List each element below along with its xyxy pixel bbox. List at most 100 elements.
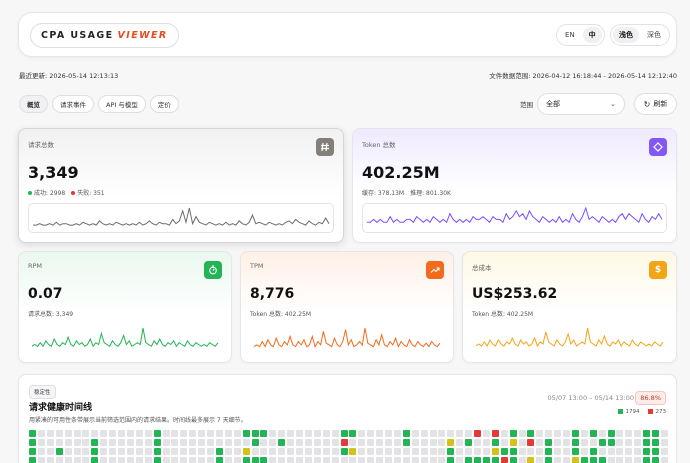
health-cell[interactable] bbox=[180, 430, 188, 437]
health-cell[interactable] bbox=[242, 438, 250, 446]
health-cell[interactable] bbox=[73, 430, 81, 437]
health-cell[interactable] bbox=[37, 456, 45, 463]
health-cell[interactable] bbox=[571, 430, 579, 437]
health-cell[interactable] bbox=[474, 456, 481, 463]
health-cell[interactable] bbox=[118, 430, 125, 437]
health-cell[interactable] bbox=[322, 438, 330, 446]
health-cell[interactable] bbox=[616, 456, 624, 463]
health-cell[interactable] bbox=[126, 438, 134, 446]
health-cell[interactable] bbox=[37, 430, 45, 437]
health-cell[interactable] bbox=[278, 456, 286, 463]
health-cell[interactable] bbox=[242, 456, 250, 463]
health-cell[interactable] bbox=[491, 456, 499, 463]
health-cell[interactable] bbox=[162, 430, 170, 437]
health-cell[interactable] bbox=[100, 430, 108, 437]
health-cell[interactable] bbox=[358, 447, 366, 455]
health-cell[interactable] bbox=[367, 447, 375, 455]
health-cell[interactable] bbox=[180, 438, 188, 446]
card-tpm[interactable]: TPM 8,776 Token 总数: 402.25M bbox=[240, 251, 454, 363]
health-cell[interactable] bbox=[563, 456, 570, 463]
health-cell[interactable] bbox=[269, 430, 277, 437]
health-cell[interactable] bbox=[402, 456, 410, 463]
health-cell[interactable] bbox=[420, 430, 428, 437]
health-cell[interactable] bbox=[482, 456, 490, 463]
health-cell[interactable] bbox=[109, 438, 117, 446]
card-total-requests[interactable]: 请求总数 3,349 成功: 2998 失败: 351 bbox=[18, 128, 344, 243]
health-cell[interactable] bbox=[233, 456, 241, 463]
health-cell[interactable] bbox=[251, 447, 259, 455]
health-cell[interactable] bbox=[447, 456, 455, 463]
health-cell[interactable] bbox=[652, 438, 659, 446]
app-brand[interactable]: CPA USAGE VIEWER bbox=[30, 23, 179, 48]
health-cell[interactable] bbox=[162, 447, 170, 455]
health-cell[interactable] bbox=[402, 430, 410, 437]
health-cell[interactable] bbox=[135, 456, 143, 463]
health-cell[interactable] bbox=[491, 447, 499, 455]
health-cell[interactable] bbox=[465, 447, 473, 455]
health-cell[interactable] bbox=[313, 438, 321, 446]
health-cell[interactable] bbox=[545, 447, 553, 455]
tab-request-events[interactable]: 请求事件 bbox=[52, 95, 94, 113]
health-cell[interactable] bbox=[153, 456, 161, 463]
health-cell[interactable] bbox=[527, 430, 535, 437]
health-cell[interactable] bbox=[135, 430, 143, 437]
health-cell[interactable] bbox=[296, 430, 303, 437]
health-cell[interactable] bbox=[349, 438, 357, 446]
health-cell[interactable] bbox=[598, 447, 606, 455]
health-cell[interactable] bbox=[224, 438, 232, 446]
health-cell[interactable] bbox=[135, 447, 143, 455]
health-cell[interactable] bbox=[64, 456, 72, 463]
health-cell[interactable] bbox=[527, 447, 535, 455]
health-cell[interactable] bbox=[376, 456, 384, 463]
health-cell[interactable] bbox=[438, 438, 446, 446]
health-cell[interactable] bbox=[64, 430, 72, 437]
health-cell[interactable] bbox=[545, 430, 553, 437]
health-cell[interactable] bbox=[287, 456, 295, 463]
health-cell[interactable] bbox=[55, 438, 63, 446]
health-cell[interactable] bbox=[313, 456, 321, 463]
health-cell[interactable] bbox=[64, 447, 72, 455]
health-cell[interactable] bbox=[660, 447, 668, 455]
health-cell[interactable] bbox=[376, 447, 384, 455]
health-cell[interactable] bbox=[643, 456, 651, 463]
health-cell[interactable] bbox=[643, 430, 651, 437]
health-cell[interactable] bbox=[376, 438, 384, 446]
health-cell[interactable] bbox=[385, 430, 392, 437]
health-cell[interactable] bbox=[634, 456, 642, 463]
health-cell[interactable] bbox=[500, 456, 508, 463]
health-cell[interactable] bbox=[126, 430, 134, 437]
health-cell[interactable] bbox=[598, 456, 606, 463]
health-cell[interactable] bbox=[509, 447, 517, 455]
health-cell[interactable] bbox=[29, 430, 36, 437]
health-cell[interactable] bbox=[518, 430, 526, 437]
health-cell[interactable] bbox=[536, 430, 544, 437]
health-cell[interactable] bbox=[438, 430, 446, 437]
health-cell[interactable] bbox=[118, 438, 125, 446]
health-cell[interactable] bbox=[171, 456, 179, 463]
tab-overview[interactable]: 概览 bbox=[19, 95, 48, 113]
health-cell[interactable] bbox=[447, 438, 455, 446]
health-cell[interactable] bbox=[242, 430, 250, 437]
health-cell[interactable] bbox=[411, 456, 419, 463]
health-cell[interactable] bbox=[554, 438, 562, 446]
health-cell[interactable] bbox=[91, 438, 99, 446]
health-cell[interactable] bbox=[91, 447, 99, 455]
health-cell[interactable] bbox=[491, 430, 499, 437]
tab-api-models[interactable]: API 与模型 bbox=[98, 95, 146, 113]
health-cell[interactable] bbox=[420, 447, 428, 455]
health-cell[interactable] bbox=[385, 438, 392, 446]
health-cell[interactable] bbox=[278, 438, 286, 446]
health-cell[interactable] bbox=[563, 447, 570, 455]
health-cell[interactable] bbox=[536, 447, 544, 455]
health-cell[interactable] bbox=[402, 438, 410, 446]
health-cell[interactable] bbox=[153, 447, 161, 455]
health-cell[interactable] bbox=[643, 447, 651, 455]
health-cell[interactable] bbox=[73, 447, 81, 455]
health-cell[interactable] bbox=[580, 438, 588, 446]
health-cell[interactable] bbox=[625, 447, 633, 455]
health-cell[interactable] bbox=[287, 438, 295, 446]
health-cell[interactable] bbox=[643, 438, 651, 446]
health-cell[interactable] bbox=[652, 447, 659, 455]
health-cell[interactable] bbox=[198, 456, 206, 463]
health-cell[interactable] bbox=[296, 438, 303, 446]
